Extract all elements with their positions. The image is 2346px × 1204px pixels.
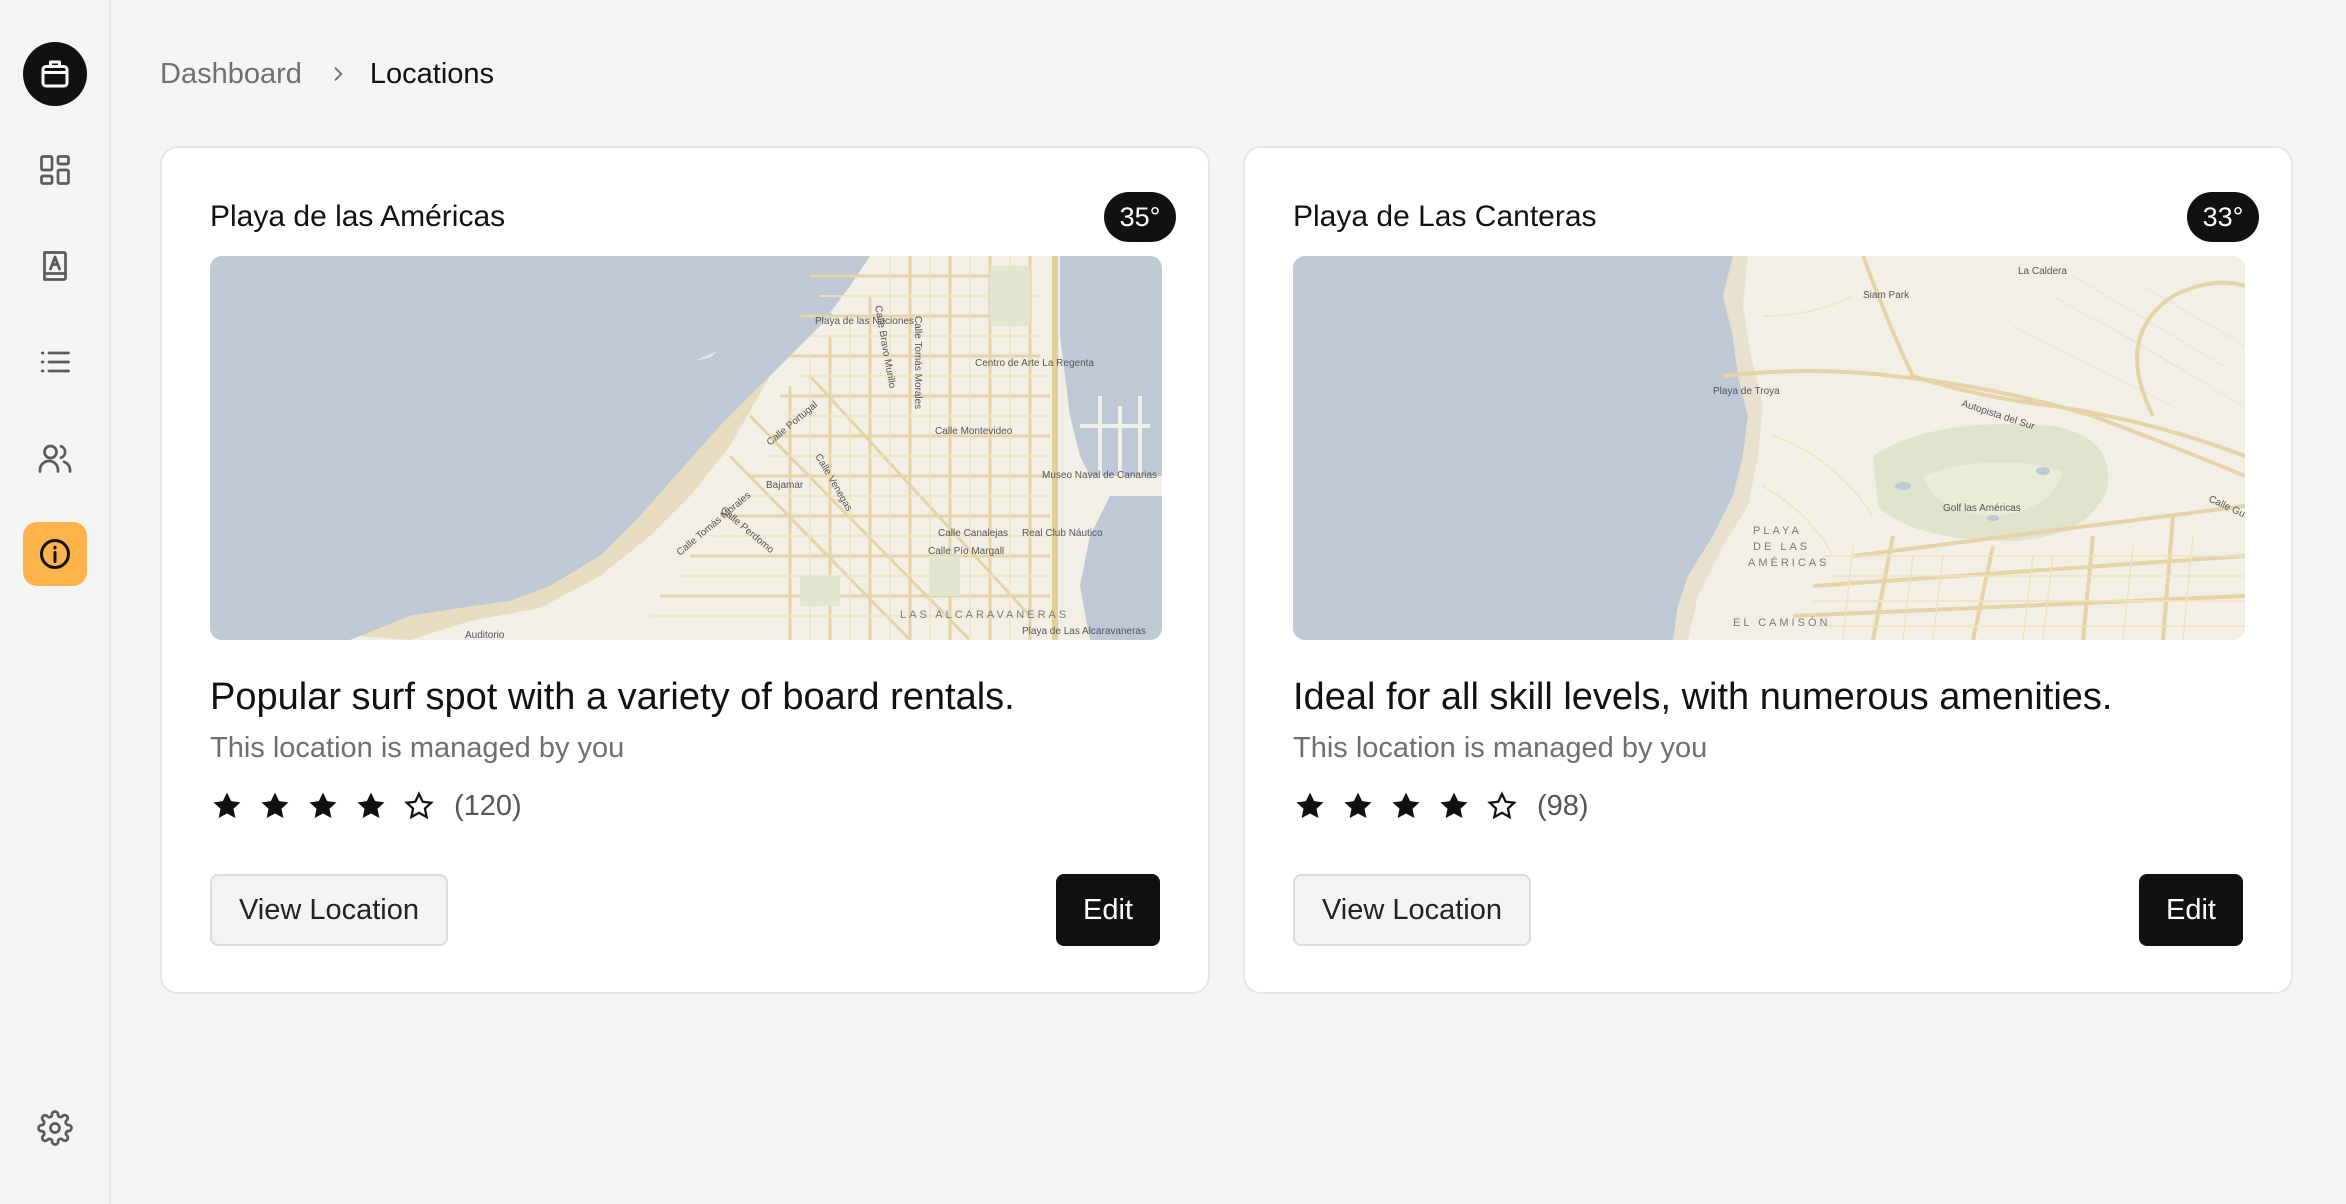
star-filled-icon [1389, 789, 1423, 823]
map-label-playa-de-troya: Playa de Troya [1713, 386, 1780, 397]
logo-button[interactable] [23, 42, 87, 106]
star-empty-icon [402, 789, 436, 823]
star-filled-icon [1341, 789, 1375, 823]
map-label-de-las: DE LAS [1753, 541, 1810, 553]
map-label-las-alcaravaneras: LAS ALCARAVANERAS [900, 609, 1069, 621]
star-filled-icon [258, 789, 292, 823]
location-card: Playa de Las Canteras 33° La Caldera Sia… [1243, 146, 2293, 994]
map-label-museo-naval: Museo Naval de Canarias [1042, 470, 1157, 481]
location-description: Popular surf spot with a variety of boar… [210, 676, 1015, 718]
users-icon [38, 444, 72, 473]
managed-note: This location is managed by you [210, 732, 625, 764]
map-label-siam-park: Siam Park [1863, 290, 1910, 301]
star-filled-icon [1293, 789, 1327, 823]
temperature-badge: 35° [1104, 192, 1176, 242]
sidebar-item-dashboard[interactable] [23, 138, 87, 202]
gear-icon [37, 1110, 73, 1146]
map-label-calle-pio-margall: Calle Pío Margall [928, 546, 1004, 557]
edit-button[interactable]: Edit [1056, 874, 1160, 946]
map-label-auditorio: Auditorio [465, 630, 505, 640]
chevron-right-icon [328, 64, 348, 84]
map-label-bajamar: Bajamar [766, 480, 804, 491]
map-label-centro-arte: Centro de Arte La Regenta [975, 358, 1094, 369]
star-filled-icon [210, 789, 244, 823]
dashboard-icon [40, 155, 70, 185]
temperature-badge: 33° [2187, 192, 2259, 242]
location-name: Playa de Las Canteras [1293, 200, 1597, 233]
sidebar-item-info[interactable] [23, 522, 87, 586]
star-filled-icon [306, 789, 340, 823]
map-label-golf-las-americas: Golf las Américas [1943, 503, 2021, 514]
list-icon [40, 351, 70, 373]
view-location-button[interactable]: View Location [210, 874, 448, 946]
map-label-el-camison: EL CAMISÓN [1733, 616, 1830, 629]
location-map[interactable]: Playa de las Naciones Centro de Arte La … [210, 256, 1162, 640]
map-label-la-caldera: La Caldera [2018, 266, 2067, 277]
review-count: (120) [454, 789, 522, 822]
sidebar-item-users[interactable] [23, 426, 87, 490]
location-name: Playa de las Américas [210, 200, 506, 233]
star-rating: (120) [210, 784, 522, 828]
location-description: Ideal for all skill levels, with numerou… [1293, 676, 2113, 718]
sidebar-item-list[interactable] [23, 330, 87, 394]
map-label-real-club-nautico: Real Club Náutico [1022, 528, 1103, 539]
star-filled-icon [354, 789, 388, 823]
map-label-playa-naciones: Playa de las Naciones [815, 316, 914, 327]
location-card: Playa de las Américas 35° Playa de las N… [160, 146, 1210, 994]
breadcrumb: Dashboard Locations [160, 52, 494, 96]
star-filled-icon [1437, 789, 1471, 823]
breadcrumb-current: Locations [369, 57, 495, 90]
star-rating: (98) [1293, 784, 1589, 828]
review-count: (98) [1537, 789, 1589, 822]
info-icon [40, 539, 70, 569]
package-icon [41, 60, 69, 88]
managed-note: This location is managed by you [1293, 732, 1708, 764]
location-map[interactable]: La Caldera Siam Park Playa de Troya Auto… [1293, 256, 2245, 640]
edit-button[interactable]: Edit [2139, 874, 2243, 946]
view-location-button[interactable]: View Location [1293, 874, 1531, 946]
breadcrumb-dashboard-link[interactable]: Dashboard [160, 58, 302, 91]
map-label-tomas-morales: Calle Tomás Morales [912, 316, 923, 409]
sidebar-item-contacts[interactable] [23, 234, 87, 298]
star-empty-icon [1485, 789, 1519, 823]
map-label-americas: AMÉRICAS [1748, 556, 1829, 569]
map-label-playa: PLAYA [1753, 525, 1802, 537]
map-label-calle-montevideo: Calle Montevideo [935, 426, 1013, 437]
contacts-book-icon [43, 251, 67, 281]
map-label-playa-alcaravaneras: Playa de Las Alcaravaneras [1022, 626, 1146, 637]
settings-button[interactable] [23, 1096, 87, 1160]
map-label-calle-canalejas: Calle Canalejas [938, 528, 1008, 539]
sidebar [0, 0, 111, 1204]
